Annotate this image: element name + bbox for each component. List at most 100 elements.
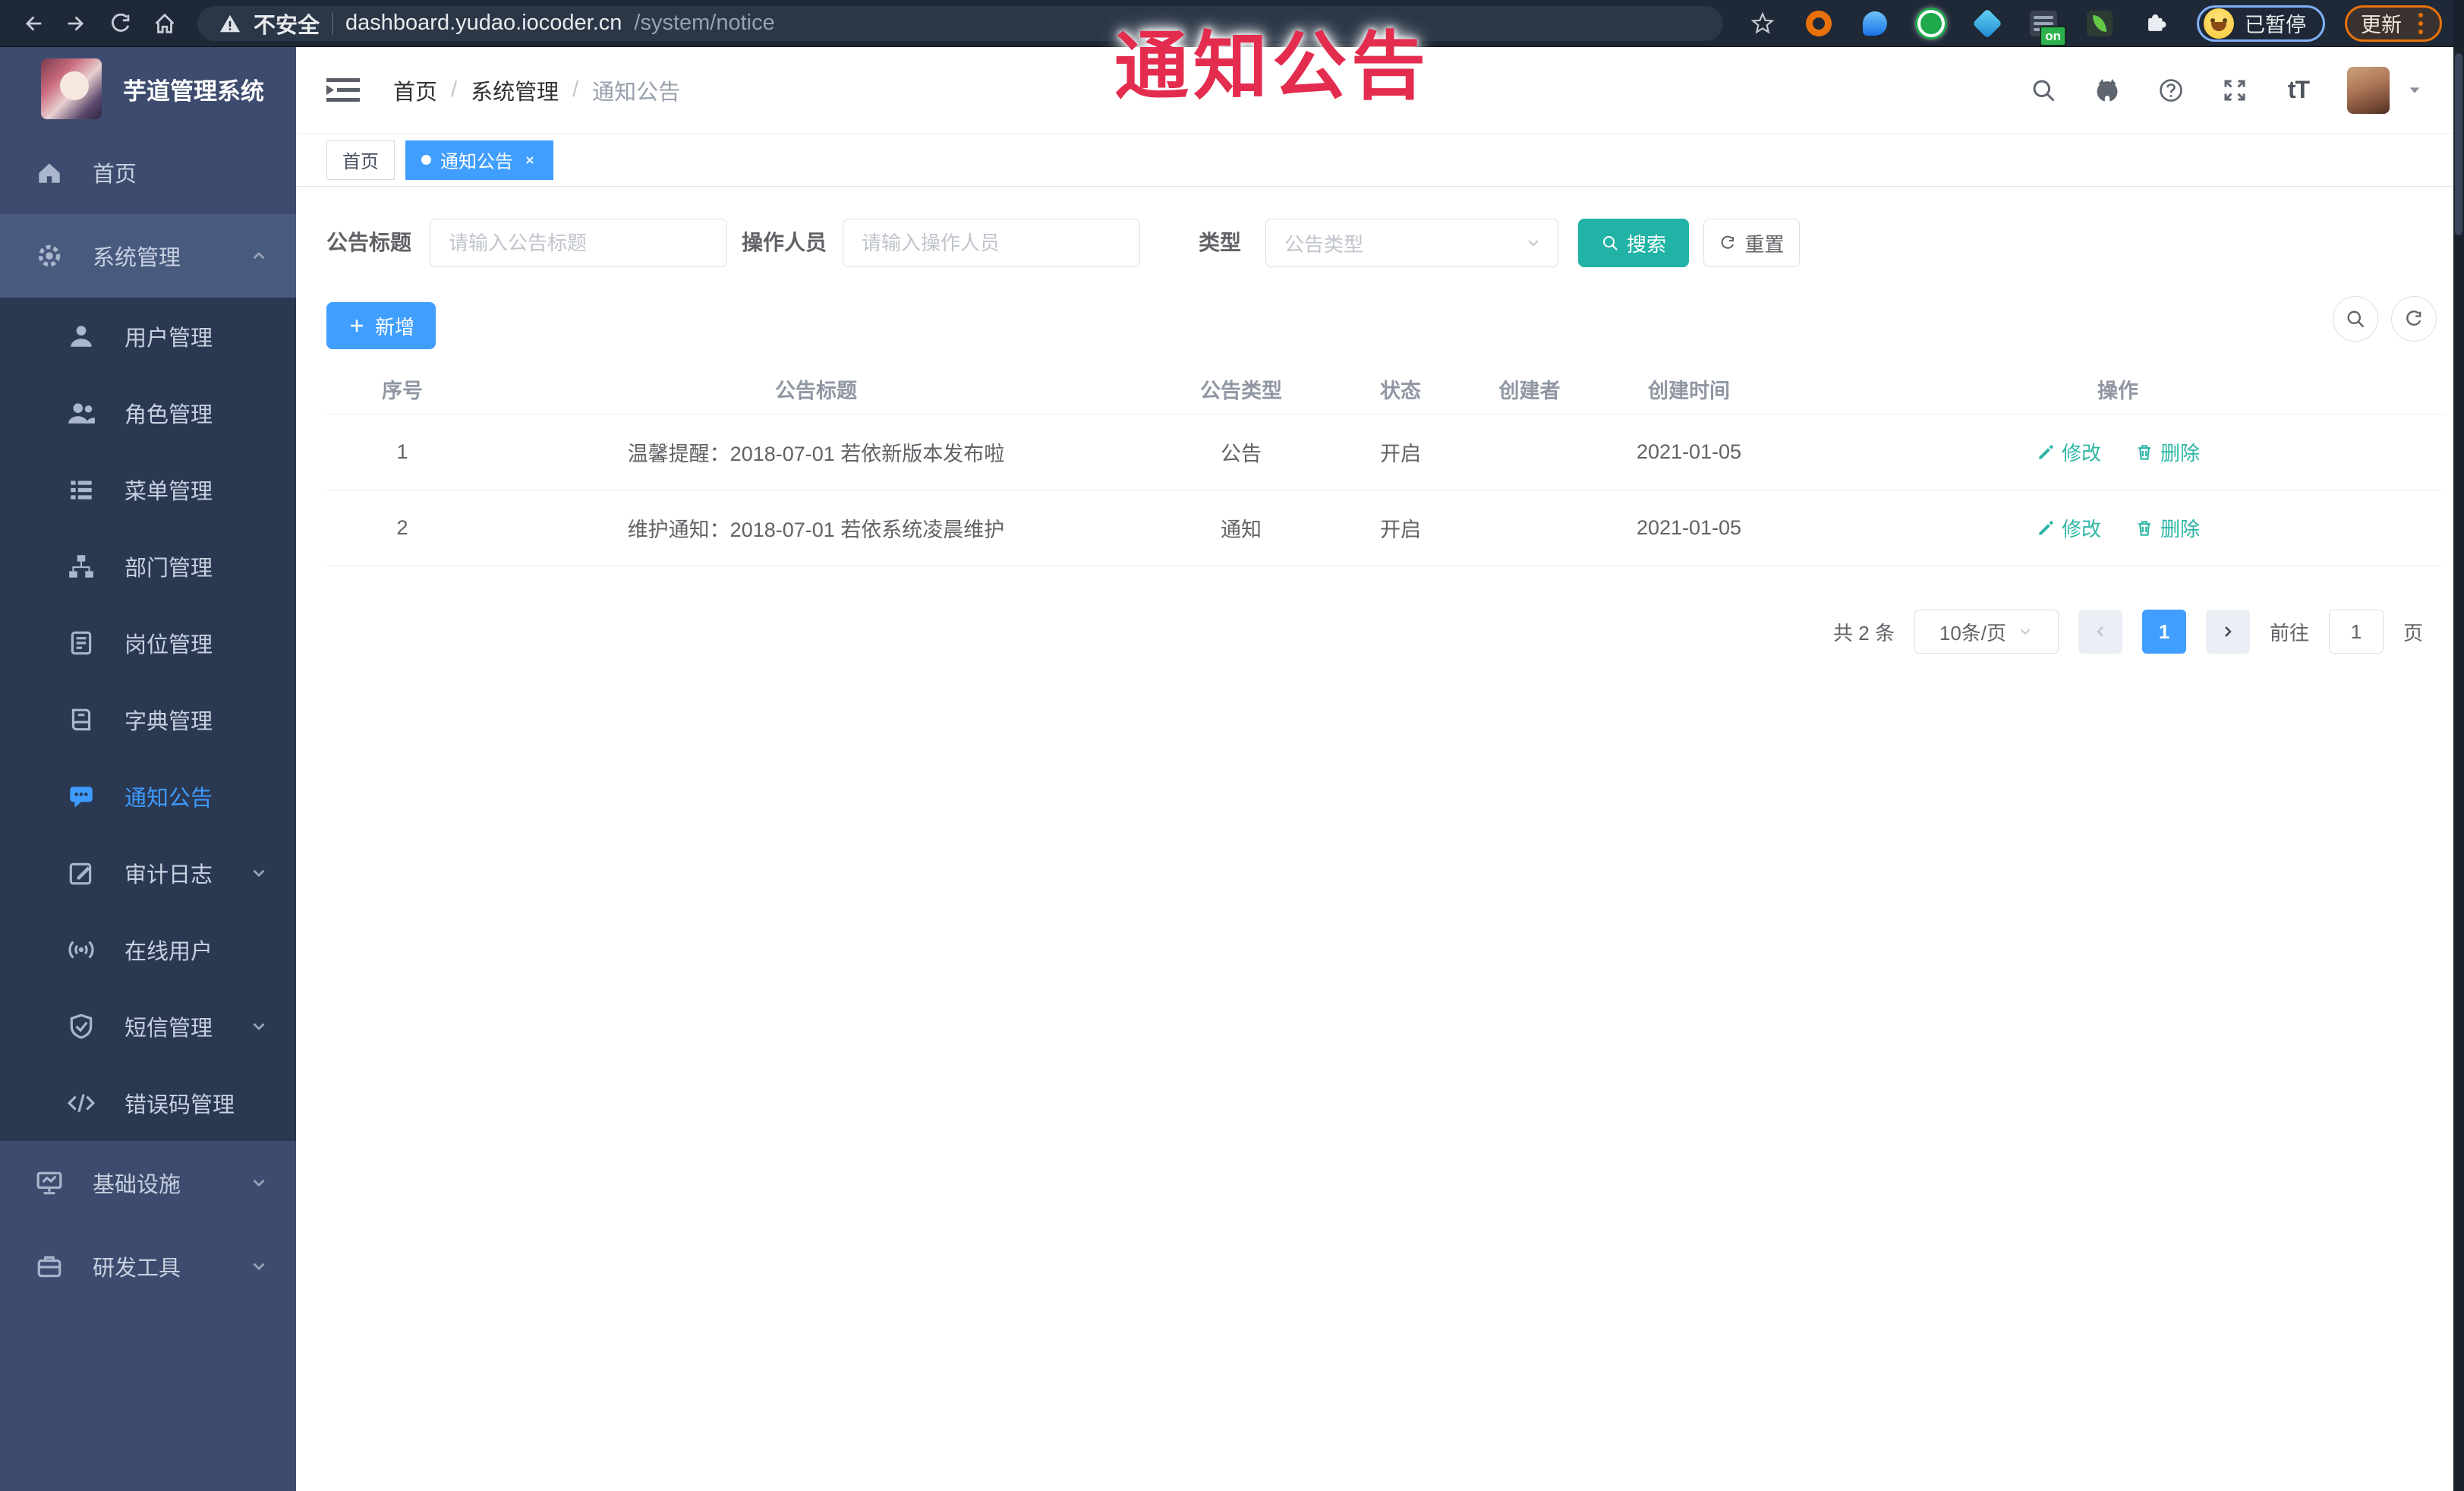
audit-log-icon	[69, 862, 92, 884]
url-bar[interactable]: 不安全 dashboard.yudao.iocoder.cn/system/no…	[197, 5, 1723, 41]
sidebar-toggle-hamburger-icon[interactable]	[326, 75, 360, 106]
pagination: 共 2 条 10条/页 1 前往 页	[1833, 607, 2423, 656]
tab-home[interactable]: 首页	[326, 140, 395, 180]
table-header-row: 序号 公告标题 公告类型 状态 创建者 创建时间 操作	[326, 364, 2444, 415]
infrastructure-icon	[36, 1171, 62, 1195]
extensions-puzzle-button[interactable]	[2139, 7, 2173, 40]
notice-type-select[interactable]: 公告类型	[1265, 219, 1558, 267]
github-icon	[2097, 78, 2118, 102]
notice-title-label: 公告标题	[326, 231, 412, 254]
add-button[interactable]: 新增	[326, 302, 436, 349]
online-users-icon	[68, 940, 94, 959]
header-search-button[interactable]	[2028, 75, 2059, 106]
browser-profile-chip[interactable]: 已暂停	[2197, 5, 2325, 42]
menu-list-icon	[71, 480, 92, 500]
page-unit-label: 页	[2403, 621, 2423, 645]
omnibox-divider	[332, 11, 334, 35]
forward-arrow-icon	[68, 15, 84, 31]
table-row: 1 温馨提醒：2018-07-01 若依新版本发布啦 公告 开启 2021-01…	[326, 415, 2444, 490]
browser-update-button[interactable]: 更新	[2345, 5, 2442, 42]
operator-input[interactable]	[843, 219, 1140, 267]
breadcrumb: 首页 / 系统管理 / 通知公告	[393, 74, 680, 106]
browser-back-button[interactable]	[11, 3, 55, 44]
extension-green-leaf[interactable]	[2083, 7, 2116, 40]
browser-reload-button[interactable]	[99, 3, 143, 44]
sidebar-item-post-management[interactable]: 岗位管理	[0, 604, 296, 681]
edit-link[interactable]: 修改	[2036, 438, 2101, 466]
refresh-icon	[1722, 235, 1735, 249]
sidebar-item-notice-announcement[interactable]: 通知公告	[0, 758, 296, 834]
extension-green-circle[interactable]	[1914, 7, 1948, 40]
notice-table: 序号 公告标题 公告类型 状态 创建者 创建时间 操作 1 温馨提醒：2018-…	[326, 364, 2444, 566]
caret-down-icon	[2409, 87, 2420, 93]
extension-switch-on[interactable]: on	[2027, 7, 2066, 46]
notice-title-input[interactable]	[430, 219, 727, 267]
sidebar-item-online-users[interactable]: 在线用户	[0, 911, 296, 988]
col-header-creator: 创建者	[1498, 380, 1561, 402]
sidebar-item-error-code-management[interactable]: 错误码管理	[0, 1064, 296, 1141]
sidebar-item-system-management[interactable]: 系统管理	[0, 214, 296, 298]
refresh-table-button[interactable]	[2391, 296, 2437, 342]
chevron-down-icon	[253, 1262, 265, 1271]
sidebar-item-menu-management[interactable]: 菜单管理	[0, 451, 296, 528]
next-page-button[interactable]	[2205, 610, 2250, 654]
user-avatar	[2347, 66, 2390, 114]
delete-link[interactable]: 删除	[2135, 438, 2200, 466]
header-github-button[interactable]	[2092, 75, 2122, 106]
breadcrumb-system[interactable]: 系统管理	[471, 74, 559, 106]
trash-icon	[2138, 520, 2150, 536]
tag-view-bar: 首页 通知公告	[296, 134, 2453, 187]
dictionary-icon	[71, 708, 91, 730]
sidebar-item-department-management[interactable]: 部门管理	[0, 528, 296, 604]
sms-shield-icon	[70, 1013, 93, 1039]
current-page-button[interactable]: 1	[2141, 610, 2186, 654]
sidebar-item-audit-log[interactable]: 审计日志	[0, 834, 296, 911]
error-code-icon	[67, 1093, 96, 1112]
col-header-status: 状态	[1380, 380, 1421, 402]
user-icon	[71, 325, 92, 347]
search-icon	[1602, 236, 1618, 251]
scrollbar-thumb[interactable]	[2455, 53, 2462, 235]
header-user-menu[interactable]	[2347, 66, 2390, 114]
type-label: 类型	[1199, 231, 1242, 254]
back-arrow-icon	[25, 15, 42, 31]
prev-page-button[interactable]	[2078, 610, 2122, 654]
browser-forward-button[interactable]	[55, 3, 99, 44]
tab-notice-announcement[interactable]: 通知公告	[405, 140, 553, 180]
sidebar-item-user-management[interactable]: 用户管理	[0, 298, 296, 374]
search-icon	[2033, 80, 2055, 102]
edit-pencil-icon	[2039, 444, 2054, 459]
app-header: 首页 / 系统管理 / 通知公告 tT	[296, 47, 2453, 134]
delete-link[interactable]: 删除	[2135, 514, 2200, 542]
announcement-icon	[70, 786, 93, 808]
sidebar-item-dev-tools[interactable]: 研发工具	[0, 1225, 296, 1308]
sidebar-item-infrastructure[interactable]: 基础设施	[0, 1141, 296, 1225]
header-help-button[interactable]	[2156, 75, 2186, 106]
chevron-down-icon	[2020, 629, 2031, 635]
goto-page-input[interactable]	[2328, 610, 2384, 654]
toggle-search-button[interactable]	[2333, 296, 2378, 342]
bookmark-star-button[interactable]	[1746, 7, 1779, 40]
browser-scrollbar[interactable]	[2453, 0, 2464, 1491]
sidebar-item-dictionary-management[interactable]: 字典管理	[0, 681, 296, 758]
browser-extensions-row: on	[1746, 7, 2173, 46]
browser-home-button[interactable]	[143, 3, 187, 44]
sidebar-item-sms-management[interactable]: 短信管理	[0, 988, 296, 1064]
tab-close-icon[interactable]	[522, 153, 537, 168]
extension-blue-drop[interactable]	[1858, 7, 1892, 40]
question-circle-icon	[2160, 78, 2182, 102]
header-font-size-button[interactable]: tT	[2283, 75, 2314, 106]
breadcrumb-home[interactable]: 首页	[393, 74, 437, 106]
edit-link[interactable]: 修改	[2036, 514, 2101, 542]
search-button[interactable]: 搜索	[1578, 219, 1689, 267]
page-size-select[interactable]: 10条/页	[1914, 610, 2059, 654]
page-content: 公告标题 操作人员 类型 公告类型 搜索 重置 新增	[296, 187, 2453, 1491]
header-fullscreen-button[interactable]	[2220, 75, 2250, 106]
extension-orange-donut[interactable]	[1802, 7, 1835, 40]
font-size-icon: tT	[2287, 76, 2310, 103]
fullscreen-icon	[2224, 80, 2245, 100]
sidebar-item-home[interactable]: 首页	[0, 131, 296, 214]
extension-blue-gem[interactable]	[1971, 7, 2004, 40]
sidebar-item-role-management[interactable]: 角色管理	[0, 374, 296, 451]
reset-button[interactable]: 重置	[1703, 219, 1800, 267]
